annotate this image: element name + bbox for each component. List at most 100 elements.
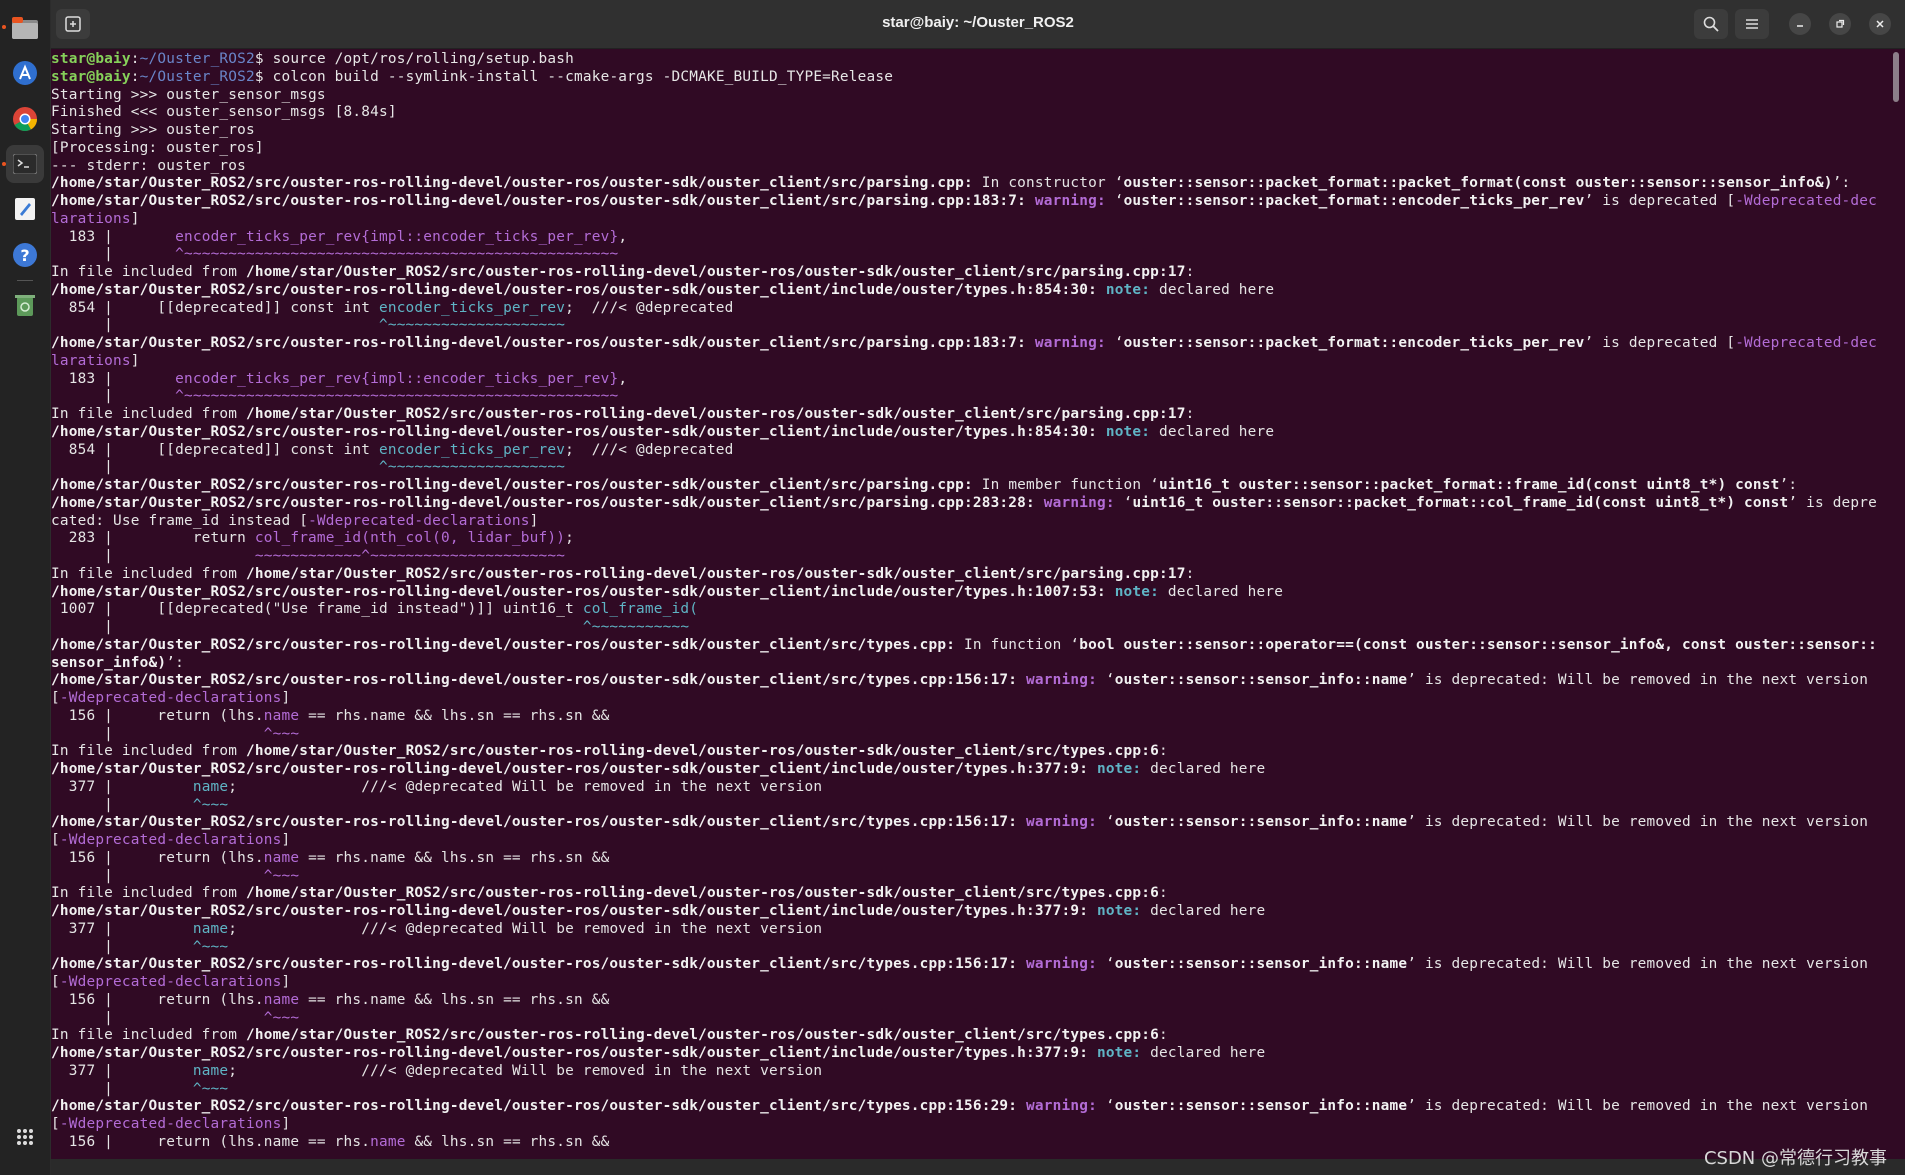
terminal-line: | ^~~~~~~~~~~~~~~~~~~~~ [51, 459, 1885, 477]
terminal-text: ouster::sensor::sensor_info::name [1114, 672, 1408, 689]
terminal-text: ’ is deprecated: Will be removed in the … [1407, 1098, 1869, 1115]
terminal-text: [Processing: ouster_ros] [51, 139, 264, 156]
terminal-text: : [1159, 1027, 1168, 1044]
text-editor-icon[interactable] [6, 190, 44, 228]
terminal-text: ^~~~~~~~~~~~~~~~~~~~~ [378, 317, 566, 334]
terminal-line: [-Wdeprecated-declarations] [51, 690, 1885, 708]
terminal-text: /home/star/Ouster_ROS2/src/ouster-ros-ro… [246, 1027, 1159, 1044]
maximize-icon [1836, 19, 1845, 28]
svg-text:?: ? [20, 246, 29, 265]
terminal-text: In function ‘ [955, 636, 1080, 653]
terminal-text: In file included from [51, 565, 247, 582]
software-store-icon[interactable] [6, 54, 44, 92]
chrome-icon[interactable] [6, 100, 44, 138]
terminal-text: 377 | [51, 1062, 193, 1079]
terminal-text: warning: [1026, 956, 1097, 973]
terminal-text: | [51, 459, 379, 476]
terminal-line: In file included from /home/star/Ouster_… [51, 406, 1885, 424]
terminal-text: ouster::sensor::sensor_info::name [1114, 956, 1408, 973]
terminal-icon[interactable] [6, 145, 44, 183]
window-title: star@baiy: ~/Ouster_ROS2 [882, 14, 1074, 31]
terminal-text: warning: [1043, 494, 1115, 511]
terminal-line: /home/star/Ouster_ROS2/src/ouster-ros-ro… [51, 903, 1885, 921]
terminal-text: [ [51, 690, 60, 706]
window-bottom-bar [51, 1159, 1905, 1175]
files-icon[interactable] [6, 9, 44, 47]
terminal-text: cated: Use frame_id instead [ [51, 512, 309, 529]
terminal-text: In file included from [51, 1027, 247, 1044]
terminal-text: In file included from [51, 885, 247, 902]
terminal-text: | [51, 317, 379, 334]
terminal-text: ; [565, 530, 574, 547]
close-icon [1876, 20, 1884, 28]
trash-icon[interactable] [6, 286, 44, 324]
terminal-line: 156 | return (lhs.name == rhs.name && lh… [51, 1134, 1885, 1152]
terminal-text: | [51, 1080, 193, 1097]
terminal-text: ^~~~ [192, 1080, 229, 1097]
terminal-text: | [51, 938, 193, 955]
terminal-text: /home/star/Ouster_ROS2/src/ouster-ros-ro… [51, 814, 1018, 831]
scrollbar[interactable] [1885, 49, 1905, 1159]
terminal-text: /home/star/Ouster_ROS2/src/ouster-ros-ro… [51, 175, 973, 192]
terminal-text: ‘ [1096, 1098, 1115, 1115]
terminal-text: In file included from [51, 743, 247, 760]
terminal-text: In file included from [51, 264, 247, 280]
terminal-text: Starting >>> ouster_ros [51, 122, 255, 138]
help-icon[interactable]: ? [6, 236, 44, 274]
terminal-text: /home/star/Ouster_ROS2/src/ouster-ros-ro… [246, 885, 1159, 902]
close-button[interactable] [1869, 13, 1891, 35]
terminal-line: [Processing: ouster_ros] [51, 140, 1885, 158]
terminal-line: | ^~~~~~~~~~~~~~~~~~~~~~~~~~~~~~~~~~~~~~… [51, 246, 1885, 264]
terminal-text: /home/star/Ouster_ROS2/src/ouster-ros-ro… [51, 281, 1097, 298]
terminal-text: name [263, 849, 300, 866]
terminal-text: , [618, 370, 628, 387]
terminal-text: note: [1096, 903, 1142, 919]
terminal-text: && lhs.sn == rhs.sn && [405, 1133, 610, 1150]
terminal-text: ouster::sensor::packet_format::encoder_t… [1123, 335, 1585, 351]
scrollbar-thumb[interactable] [1893, 52, 1899, 102]
terminal-text: | [51, 246, 176, 263]
terminal-text: /home/star/Ouster_ROS2/src/ouster-ros-ro… [51, 583, 1106, 600]
terminal-output[interactable]: star@baiy:~/Ouster_ROS2$ source /opt/ros… [51, 49, 1885, 1159]
dock: ? [0, 0, 51, 1175]
terminal-text: /home/star/Ouster_ROS2/src/ouster-ros-ro… [51, 335, 1027, 351]
terminal-text: ; ///< @deprecated [565, 441, 734, 458]
terminal-text: note: [1096, 761, 1142, 777]
minimize-icon [1797, 25, 1803, 27]
terminal-line: | ^~~~ [51, 939, 1885, 957]
minimize-button[interactable] [1789, 13, 1811, 35]
terminal-line: [-Wdeprecated-declarations] [51, 832, 1885, 850]
terminal-text: -Wdeprecated-declarations [308, 512, 530, 529]
terminal-line: | ^~~~~~~~~~~~~~~~~~~~~~~~~~~~~~~~~~~~~~… [51, 388, 1885, 406]
terminal-text: ^~~~ [263, 867, 300, 884]
show-apps-icon[interactable] [6, 1118, 44, 1156]
menu-button[interactable] [1735, 9, 1769, 39]
terminal-line: sensor_info&)’: [51, 655, 1885, 673]
terminal-text: col_frame_id(nth_col(0, lidar_buf)) [254, 530, 566, 547]
terminal-text: ; ///< @deprecated Will be removed in th… [228, 920, 823, 937]
terminal-line: /home/star/Ouster_ROS2/src/ouster-ros-ro… [51, 956, 1885, 974]
terminal-text: col_frame_id( [582, 601, 699, 618]
terminal-text: ‘ [1096, 672, 1115, 689]
search-button[interactable] [1694, 9, 1728, 39]
terminal-text: note: [1105, 281, 1151, 298]
maximize-button[interactable] [1829, 13, 1851, 35]
terminal-line: | ^~~~ [51, 868, 1885, 886]
terminal-text: ’: [1832, 175, 1851, 192]
terminal-text: ~~~~~~~~~~~~^~~~~~~~~~~~~~~~~~~~~~~ [254, 548, 566, 564]
terminal-text: ^~~~ [263, 725, 300, 742]
terminal-text: ; ///< @deprecated [565, 299, 734, 316]
terminal-line: /home/star/Ouster_ROS2/src/ouster-ros-ro… [51, 814, 1885, 832]
terminal-text: ] [281, 1116, 291, 1132]
terminal-text: ] [281, 974, 291, 990]
terminal-text: : [1159, 885, 1168, 902]
